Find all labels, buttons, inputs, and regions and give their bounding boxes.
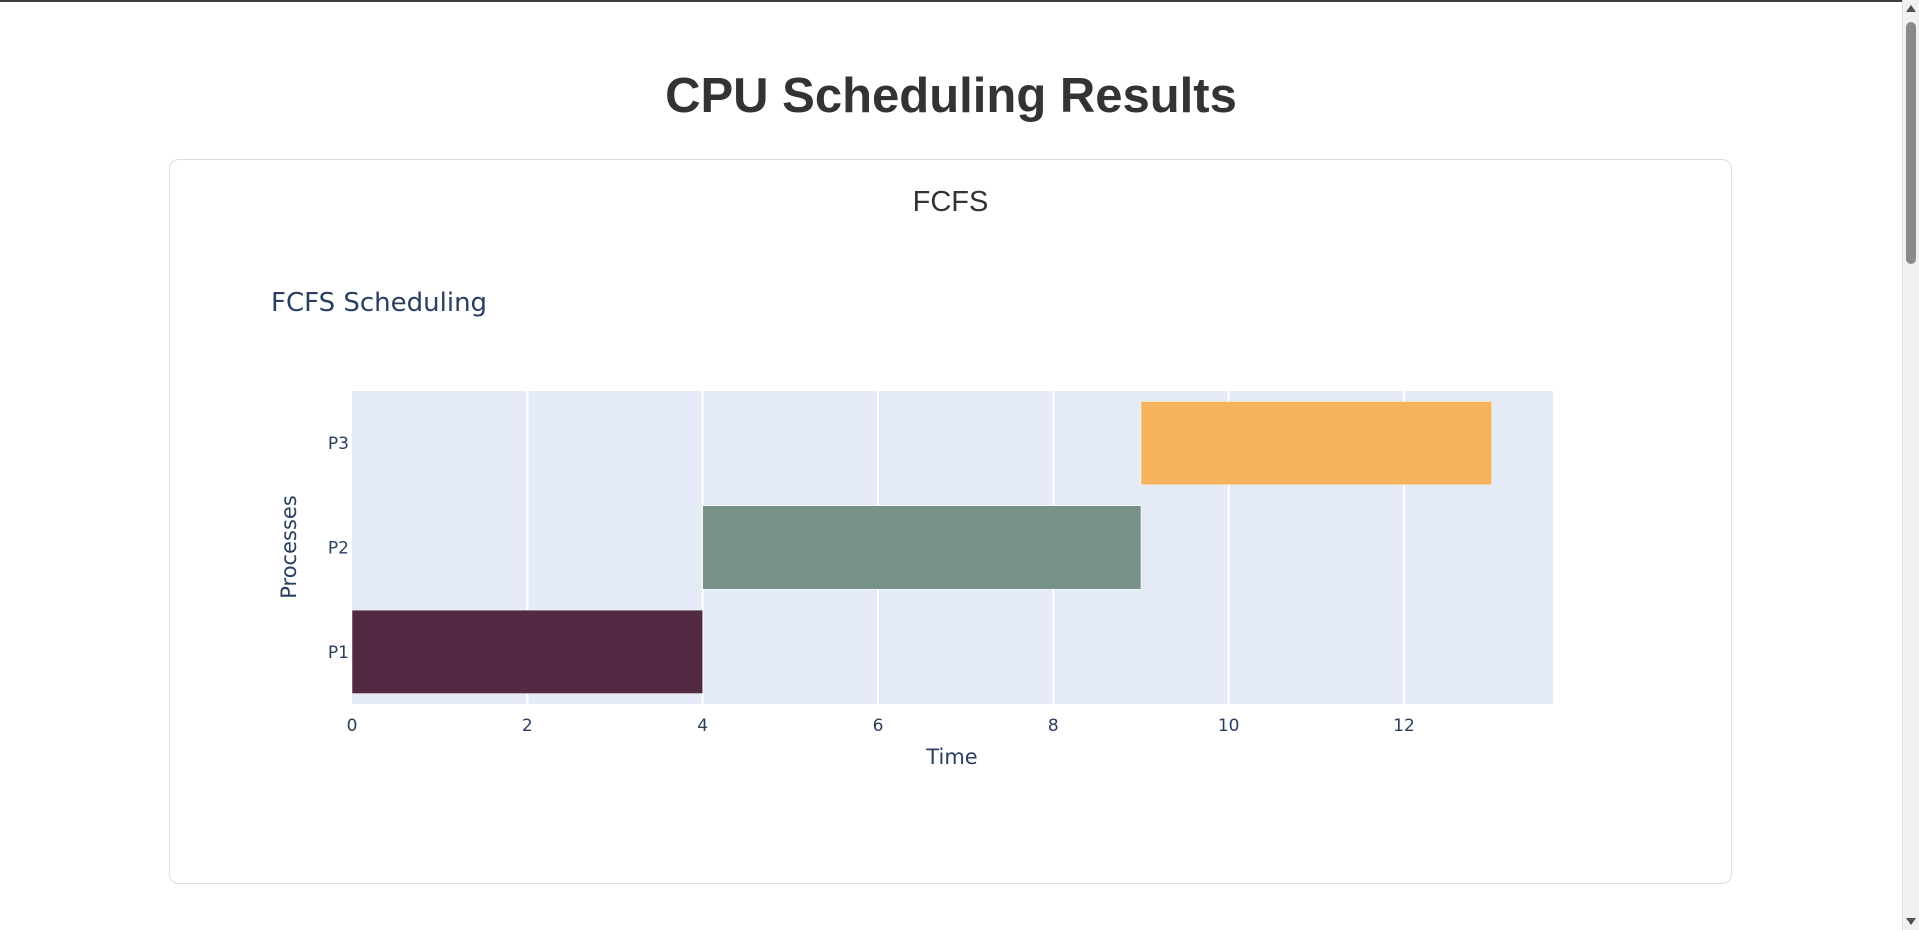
gantt-chart-svg[interactable]: FCFS Scheduling 0 2 4 6 8 10 12 P1 P2 P3 Time Pr…: [170, 160, 1731, 883]
x-tick-label: 8: [1048, 716, 1059, 736]
x-tick-label: 4: [697, 716, 708, 736]
y-axis-ticks: P1 P2 P3: [328, 434, 349, 663]
page-viewport: CPU Scheduling Results FCFS FCFS Schedul…: [0, 0, 1902, 930]
x-tick-label: 6: [873, 716, 884, 736]
bar-p3[interactable]: [1140, 401, 1492, 486]
bar-p1[interactable]: [351, 609, 703, 694]
gantt-chart[interactable]: FCFS Scheduling 0 2 4 6 8 10 12 P1 P2 P3 Time Pr…: [170, 160, 1731, 883]
x-axis-label: Time: [925, 745, 977, 769]
results-card: FCFS FCFS Scheduling 0 2 4 6 8 10 12 P1 P2 P3 Ti…: [169, 159, 1732, 884]
y-axis-label: Processes: [277, 495, 301, 599]
x-tick-label: 2: [522, 716, 533, 736]
x-tick-label: 12: [1393, 716, 1415, 736]
scrollbar-thumb[interactable]: [1906, 22, 1916, 264]
y-tick-label: P3: [328, 434, 349, 454]
scroll-up-arrow-icon[interactable]: [1906, 5, 1916, 12]
y-tick-label: P1: [328, 643, 349, 663]
x-tick-label: 10: [1218, 716, 1240, 736]
x-axis-ticks: 0 2 4 6 8 10 12: [347, 716, 1415, 736]
vertical-scrollbar[interactable]: [1902, 0, 1919, 930]
bar-p2[interactable]: [702, 505, 1142, 590]
chart-title: FCFS Scheduling: [271, 288, 487, 318]
x-tick-label: 0: [347, 716, 358, 736]
page-title: CPU Scheduling Results: [665, 69, 1237, 123]
scroll-down-arrow-icon[interactable]: [1906, 918, 1916, 925]
y-tick-label: P2: [328, 539, 349, 559]
